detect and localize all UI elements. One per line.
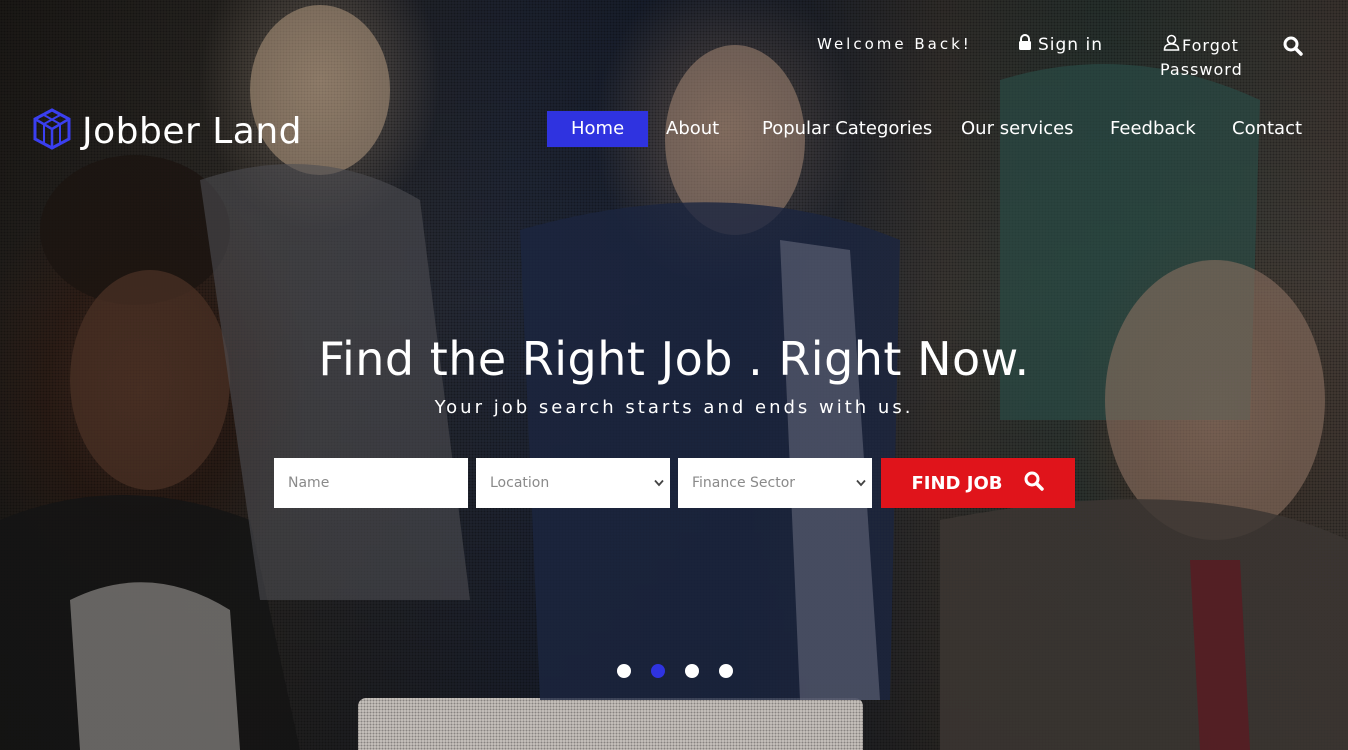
lock-icon — [1018, 34, 1032, 55]
nav-item-home[interactable]: Home — [547, 111, 649, 147]
location-select[interactable]: Location — [476, 458, 670, 508]
find-job-label: FIND JOB — [911, 472, 1003, 494]
welcome-text: Welcome Back! — [817, 35, 972, 53]
logo-text: Jobber Land — [82, 110, 303, 152]
site-logo[interactable]: Jobber Land — [32, 108, 302, 154]
hero-headline: Find the Right Job . Right Now. — [318, 332, 1030, 386]
location-select-value: Location — [490, 475, 550, 491]
hero-banner: Welcome Back! Sign in Forgot Password Jo… — [0, 0, 1348, 750]
carousel-dot-active[interactable] — [651, 664, 665, 678]
nav-item-popular-categories[interactable]: Popular Categories — [762, 111, 932, 147]
nav-item-feedback[interactable]: Feedback — [1110, 111, 1196, 147]
top-bar: Welcome Back! Sign in Forgot Password — [0, 33, 1348, 83]
sign-in-label: Sign in — [1038, 34, 1103, 55]
search-icon[interactable] — [1283, 36, 1303, 60]
nav-item-about[interactable]: About — [666, 111, 719, 147]
carousel-dot[interactable] — [685, 664, 699, 678]
logo-cube-icon — [32, 108, 72, 154]
nav-item-contact[interactable]: Contact — [1232, 111, 1302, 147]
name-input[interactable]: Name — [274, 458, 468, 508]
sector-select[interactable]: Finance Sector — [678, 458, 872, 508]
sector-select-value: Finance Sector — [692, 475, 796, 491]
user-icon — [1163, 34, 1180, 58]
search-icon — [1024, 471, 1045, 496]
chevron-down-icon — [856, 475, 866, 491]
forgot-label-line2: Password — [1160, 60, 1243, 79]
carousel-dot[interactable] — [617, 664, 631, 678]
nav-item-our-services[interactable]: Our services — [961, 111, 1074, 147]
find-job-button[interactable]: FIND JOB — [881, 458, 1075, 508]
forgot-password-link[interactable]: Forgot Password — [1160, 34, 1250, 82]
carousel-dot[interactable] — [719, 664, 733, 678]
sign-in-link[interactable]: Sign in — [1018, 34, 1103, 55]
name-input-placeholder: Name — [288, 475, 330, 491]
chevron-down-icon — [654, 475, 664, 491]
hero-subheadline: Your job search starts and ends with us. — [434, 397, 914, 418]
forgot-label-line1: Forgot — [1182, 36, 1239, 55]
